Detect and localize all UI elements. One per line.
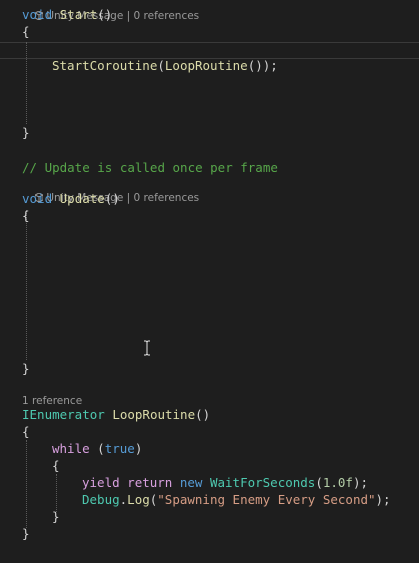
codelens-update[interactable]: Unity Message | 0 references xyxy=(22,177,199,204)
type-waitforseconds: WaitForSeconds xyxy=(209,475,316,490)
keyword-void: void xyxy=(22,191,53,206)
code-line-comment[interactable]: // Update is called once per frame xyxy=(22,159,278,176)
paren: ( xyxy=(157,58,165,73)
call-close: ()); xyxy=(247,58,278,73)
code-line-brace[interactable]: } xyxy=(52,508,60,525)
paren: ( xyxy=(97,441,105,456)
method-call-startcoroutine: StartCoroutine xyxy=(52,58,158,73)
open-brace: { xyxy=(22,24,30,39)
indent-guide xyxy=(26,210,27,360)
code-line-while[interactable]: while (true) xyxy=(52,440,142,457)
close-brace: } xyxy=(22,526,30,541)
keyword-while: while xyxy=(52,441,90,456)
paren: ) xyxy=(134,441,143,456)
keyword-yield: yield xyxy=(82,475,120,490)
code-line-brace[interactable]: { xyxy=(22,207,30,224)
code-line-update-signature[interactable]: void Update() xyxy=(22,190,120,207)
method-name-start: Start xyxy=(59,7,98,22)
call-close: ); xyxy=(375,492,391,507)
number-literal: 1.0f xyxy=(322,475,353,490)
close-brace: } xyxy=(22,361,30,376)
open-brace: { xyxy=(22,424,30,439)
keyword-void: void xyxy=(22,7,53,22)
code-line-brace[interactable]: } xyxy=(22,360,30,377)
type-ienumerator: IEnumerator xyxy=(22,407,105,422)
close-brace: } xyxy=(52,509,60,524)
paren: ( xyxy=(315,475,323,490)
code-line-brace[interactable]: { xyxy=(52,457,60,474)
keyword-return: return xyxy=(127,475,173,490)
code-line-brace[interactable]: } xyxy=(22,525,30,542)
parens: () xyxy=(195,407,211,422)
method-name-looproutine: LoopRoutine xyxy=(112,407,196,422)
code-line-loop-signature[interactable]: IEnumerator LoopRoutine() xyxy=(22,406,210,423)
keyword-new: new xyxy=(179,475,203,490)
code-line-debug-log[interactable]: Debug.Log("Spawning Enemy Every Second")… xyxy=(82,491,391,508)
code-line-brace[interactable]: { xyxy=(22,423,30,440)
text-cursor-icon xyxy=(143,340,151,356)
code-line-brace[interactable]: { xyxy=(22,23,30,40)
comment: // Update is called once per frame xyxy=(22,160,278,175)
indent-guide xyxy=(26,440,27,528)
close-brace: } xyxy=(22,125,30,140)
indent-guide xyxy=(56,474,57,512)
method-ref-looproutine: LoopRoutine xyxy=(164,58,248,73)
open-brace: { xyxy=(52,458,60,473)
parens: () xyxy=(97,7,113,22)
code-line-start-coroutine[interactable]: StartCoroutine(LoopRoutine()); xyxy=(52,57,278,74)
type-debug: Debug xyxy=(82,492,120,507)
open-brace: { xyxy=(22,208,30,223)
method-name-update: Update xyxy=(59,191,105,206)
string-literal: "Spawning Enemy Every Second" xyxy=(157,492,376,507)
code-line-start-signature[interactable]: void Start() xyxy=(22,6,112,23)
code-editor[interactable]: Unity Message | 0 references void Start(… xyxy=(0,0,419,563)
call-close: ); xyxy=(352,475,369,490)
code-line-yield[interactable]: yield return new WaitForSeconds(1.0f); xyxy=(82,474,368,491)
indent-guide xyxy=(26,42,27,124)
code-line-brace[interactable]: } xyxy=(22,124,30,141)
parens: () xyxy=(104,191,120,206)
keyword-true: true xyxy=(104,441,135,456)
method-call-log: Log xyxy=(127,492,150,507)
